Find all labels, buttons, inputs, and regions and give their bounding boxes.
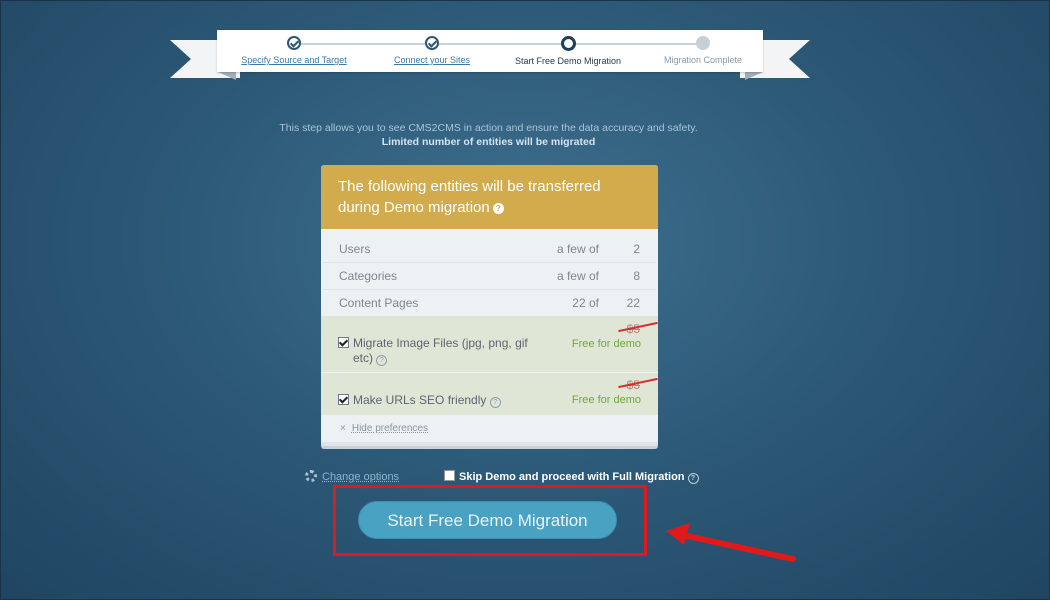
- help-icon[interactable]: ?: [376, 355, 388, 366]
- option-label-text: Make URLs SEO friendly: [353, 393, 487, 407]
- entity-count: 2: [633, 242, 640, 256]
- card-body: Users a few of 2 Categories a few of 8 C…: [321, 229, 658, 442]
- start-free-demo-button[interactable]: Start Free Demo Migration: [358, 501, 617, 539]
- intro-text: This step allows you to see CMS2CMS in a…: [0, 121, 977, 149]
- annotation-arrow-icon: [666, 523, 796, 562]
- step-label[interactable]: Connect your Sites: [362, 55, 502, 65]
- entity-name: Categories: [339, 269, 398, 283]
- step-current-icon: [560, 36, 576, 51]
- hide-preferences-row: × Hide preferences: [321, 416, 658, 442]
- free-for-demo-label: Free for demo: [571, 338, 641, 350]
- entity-row: Users a few of 2: [323, 236, 656, 263]
- intro-limit-note: Limited number of entities will be migra…: [381, 136, 596, 148]
- entity-row: Content Pages 22 of 22: [323, 290, 656, 316]
- skip-demo-checkbox[interactable]: [444, 470, 455, 481]
- step-connect-sites[interactable]: Connect your Sites: [362, 36, 502, 65]
- entity-count: 8: [633, 269, 640, 283]
- gear-icon: [305, 470, 317, 482]
- change-options-label[interactable]: Change options: [322, 471, 399, 483]
- option-label: Make URLs SEO friendly ?: [353, 393, 533, 408]
- entity-prefix: a few of: [556, 242, 599, 256]
- card-header: The following entities will be transferr…: [321, 165, 658, 229]
- hide-preferences-link[interactable]: Hide preferences: [352, 423, 428, 434]
- step-label: Start Free Demo Migration: [514, 56, 622, 66]
- entity-name: Content Pages: [339, 296, 419, 310]
- entities-card: The following entities will be transferr…: [321, 165, 658, 442]
- migration-stepper: Specify Source and Target Connect your S…: [217, 30, 763, 72]
- migrate-images-checkbox[interactable]: [338, 337, 349, 348]
- step-label[interactable]: Specify Source and Target: [224, 55, 364, 65]
- step-pending-icon: [696, 36, 710, 50]
- entity-name: Users: [339, 242, 371, 256]
- entity-count: 22: [626, 296, 640, 310]
- step-label: Migration Complete: [663, 55, 743, 65]
- step-done-icon: [425, 36, 439, 50]
- help-icon[interactable]: ?: [687, 473, 699, 484]
- skip-demo-option[interactable]: Skip Demo and proceed with Full Migratio…: [444, 470, 699, 484]
- step-start-demo: Start Free Demo Migration: [498, 36, 638, 66]
- option-row-migrate-images: Migrate Image Files (jpg, png, gif etc) …: [321, 316, 658, 373]
- close-icon[interactable]: ×: [340, 423, 346, 434]
- option-label: Migrate Image Files (jpg, png, gif etc) …: [353, 336, 533, 366]
- intro-line: This step allows you to see CMS2CMS in a…: [279, 122, 698, 134]
- step-specify-source[interactable]: Specify Source and Target: [224, 36, 364, 65]
- step-migration-complete: Migration Complete: [633, 36, 773, 65]
- seo-urls-checkbox[interactable]: [338, 394, 349, 405]
- change-options-link[interactable]: Change options: [305, 470, 399, 483]
- entity-prefix: 22 of: [572, 296, 599, 310]
- help-icon[interactable]: ?: [492, 203, 504, 214]
- help-icon[interactable]: ?: [489, 397, 501, 408]
- entity-prefix: a few of: [556, 269, 599, 283]
- step-done-icon: [287, 36, 301, 50]
- option-row-seo-urls: Make URLs SEO friendly ? $5 Free for dem…: [321, 373, 658, 416]
- skip-demo-label[interactable]: Skip Demo and proceed with Full Migratio…: [459, 471, 685, 483]
- entity-row: Categories a few of 8: [323, 263, 656, 290]
- card-title: The following entities will be transferr…: [338, 178, 601, 216]
- free-for-demo-label: Free for demo: [571, 394, 641, 406]
